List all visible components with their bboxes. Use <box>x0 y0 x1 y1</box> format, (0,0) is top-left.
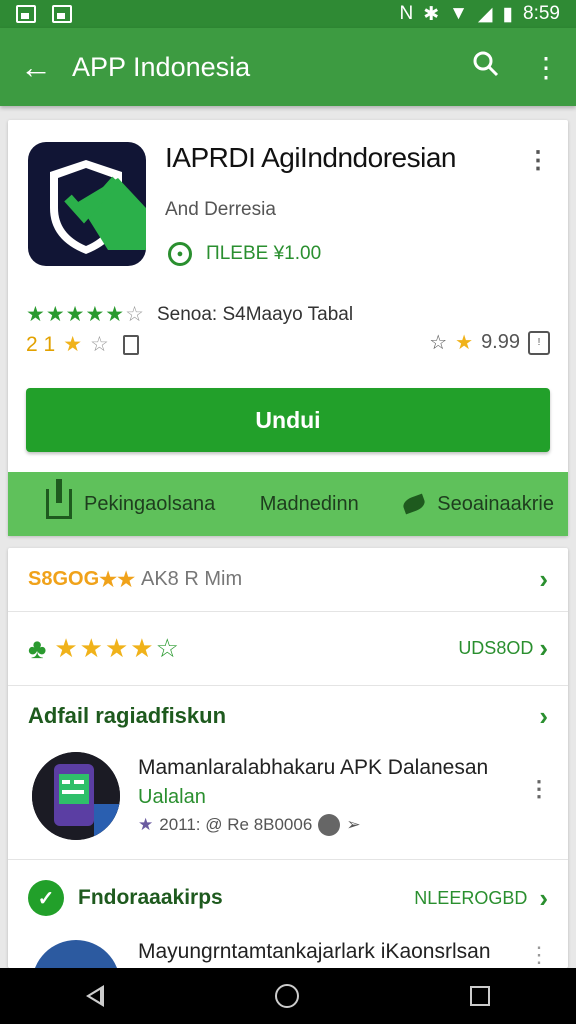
stars-link-label: UDS8OD <box>458 638 534 658</box>
rating-stars: ★★★★★☆ <box>26 303 145 326</box>
developer-name[interactable]: And Derresia <box>165 199 276 221</box>
app-details-card: IAPRDI AgiIndndoresian ⋮ And Derresia ● … <box>8 120 568 536</box>
nav-back-icon[interactable] <box>85 985 104 1007</box>
entry-meta: ★ 2011: @ Re 8B0006 ➢ <box>138 814 361 836</box>
app-bar-title: APP Indonesia <box>72 51 251 82</box>
app-more-icon[interactable]: ⋮ <box>526 146 550 175</box>
badge-icon: ! <box>528 330 550 355</box>
chevron-right-icon: › <box>539 882 548 913</box>
star-outline-icon: ☆ <box>155 633 179 663</box>
entry-more-icon[interactable]: ⋮ <box>528 942 550 968</box>
rating-summary-text: AK8 R Mim <box>141 568 243 590</box>
stars-row[interactable]: ♣ ★★★★ ☆ UDS8OD › <box>8 612 568 686</box>
rating-stars: ★★★★ <box>54 633 156 663</box>
entry-thumbnail <box>32 940 120 968</box>
app-name: IAPRDI AgiIndndoresian <box>165 142 456 173</box>
list-item[interactable]: Mayungrntamtankajarlark iKaonsrlsan ⋮ <box>8 936 568 968</box>
install-button[interactable]: Undui <box>26 388 550 452</box>
clock: 8:59 <box>523 3 560 24</box>
gallery-notification-icon <box>16 5 36 23</box>
details-list-card: S8GOG ★★ AK8 R Mim › ♣ ★★★★ ☆ UDS8OD › A… <box>8 548 568 968</box>
image-notification-icon <box>52 5 72 23</box>
section2-right: NLEEROGBD <box>414 887 528 908</box>
entry-title: Mamanlaralabhakaru APK Dalanesan <box>138 756 489 779</box>
play-icon <box>318 814 341 836</box>
rating-text: Senoa: S4Maayo Tabal <box>156 303 354 325</box>
bluetooth-icon: ✱ <box>423 3 440 25</box>
chevron-right-icon: › <box>539 633 548 663</box>
section2-title: Fndoraaakirps <box>78 886 223 909</box>
status-bar: N ✱ ▼ ◢ ▮ 8:59 <box>0 0 576 28</box>
search-icon[interactable] <box>456 51 516 84</box>
star-outline-icon: ☆ <box>429 332 448 354</box>
action-leaf[interactable]: Seoainaakrie <box>401 492 554 516</box>
entry-subtitle: Ualalan <box>138 786 206 808</box>
share-icon <box>46 479 72 519</box>
list-item[interactable]: Mamanlaralabhakaru APK Dalanesan Ualalan… <box>8 746 568 860</box>
price-row: ● ΠLEBE ¥1.00 <box>168 242 321 266</box>
signal-icon: ◢ <box>477 3 493 25</box>
entry-more-icon[interactable]: ⋮ <box>528 776 550 802</box>
entry-title: Mayungrntamtankajarlark iKaonsrlsan <box>138 940 491 963</box>
price-label: ΠLEBE ¥1.00 <box>206 243 322 264</box>
action-share-label: Pekingaolsana <box>84 492 216 515</box>
rating-right: ☆ ★ 9.99 ! <box>429 330 550 355</box>
check-circle-icon: ✓ <box>28 880 64 916</box>
chevron-right-icon: › <box>539 700 548 731</box>
rating-count-row: 2 1 ★ ☆ <box>26 332 139 357</box>
system-nav-bar <box>0 968 576 1024</box>
rating-row: ★★★★★☆ Senoa: S4Maayo Tabal <box>26 302 353 327</box>
star-icon: ★ <box>138 815 154 834</box>
star-outline-icon: ☆ <box>90 333 109 356</box>
action-middle-label: Madnedinn <box>259 492 359 515</box>
overflow-menu-icon[interactable]: ⋮ <box>516 51 576 84</box>
star-icon: ★ <box>455 332 474 354</box>
action-middle[interactable]: Madnedinn <box>260 493 359 516</box>
rating-summary-row[interactable]: S8GOG ★★ AK8 R Mim › <box>8 548 568 612</box>
nav-home-icon[interactable] <box>274 984 299 1008</box>
rating-summary-gold: S8GOG <box>28 568 100 590</box>
chevron-right-icon: › <box>539 564 548 594</box>
info-circle-icon: ● <box>168 242 192 266</box>
action-strip: Pekingaolsana Madnedinn Seoainaakrie <box>8 472 568 536</box>
section-header[interactable]: Adfail ragiadfiskun › <box>8 686 568 746</box>
nav-recents-icon[interactable] <box>470 986 491 1006</box>
app-icon <box>28 142 146 266</box>
clover-icon: ♣ <box>28 632 47 664</box>
star-icon: ★ <box>63 333 83 356</box>
section2-header[interactable]: ✓ Fndoraaakirps NLEEROGBD › <box>8 860 568 936</box>
wifi-icon: ▼ <box>449 3 468 24</box>
nfc-icon: N <box>399 3 414 24</box>
star-icon: ★★ <box>99 569 135 591</box>
action-leaf-label: Seoainaakrie <box>437 492 554 515</box>
rating-right-value: 9.99 <box>481 331 520 353</box>
entry-thumbnail <box>32 752 120 840</box>
rating-count: 2 1 <box>26 332 56 356</box>
send-icon: ➢ <box>346 815 361 834</box>
app-bar: ← APP Indonesia ⋮ <box>0 28 576 106</box>
battery-icon: ▮ <box>502 3 514 25</box>
copy-icon <box>122 334 139 355</box>
section-title: Adfail ragiadfiskun <box>28 703 227 728</box>
action-share[interactable]: Pekingaolsana <box>46 479 216 519</box>
leaf-icon <box>401 493 427 515</box>
back-arrow-icon[interactable]: ← <box>0 49 72 86</box>
entry-meta-text: 2011: @ Re 8B0006 <box>159 815 313 834</box>
